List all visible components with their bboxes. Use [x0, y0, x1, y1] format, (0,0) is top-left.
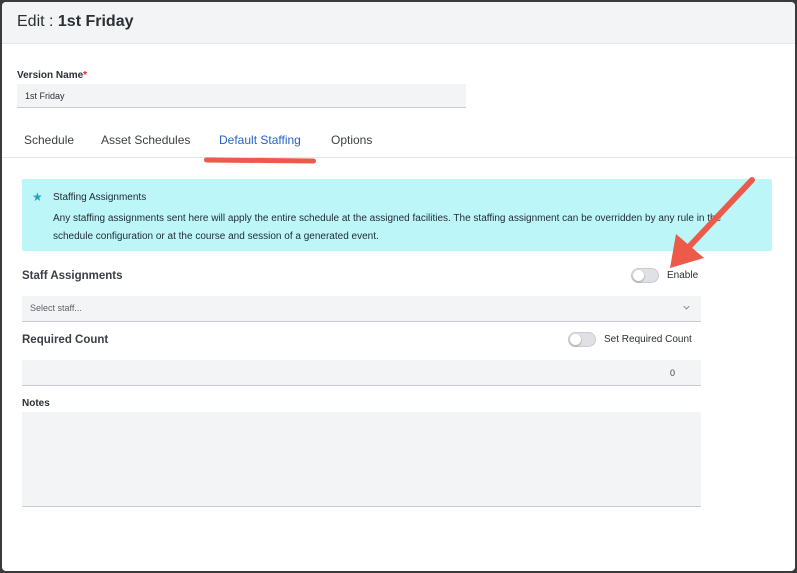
version-name-label-text: Version Name	[17, 70, 84, 81]
info-callout: ★ Staffing Assignments Any staffing assi…	[22, 179, 772, 251]
tab-options[interactable]: Options	[331, 133, 372, 147]
edit-dialog: Edit : 1st Friday Version Name* Schedule…	[2, 2, 795, 571]
required-count-value: 0	[669, 368, 675, 378]
info-body: Any staffing assignments sent here will …	[53, 213, 722, 242]
tab-schedule[interactable]: Schedule	[24, 133, 74, 147]
staff-assignments-label: Staff Assignments	[22, 270, 123, 282]
required-count-label: Required Count	[22, 334, 109, 346]
annotation-underline	[203, 157, 317, 164]
tab-default-staffing[interactable]: Default Staffing	[219, 133, 301, 147]
notes-label: Notes	[22, 398, 50, 409]
title-name: 1st Friday	[57, 13, 134, 30]
toggle-knob	[633, 270, 644, 281]
dialog-header: Edit : 1st Friday	[2, 2, 795, 44]
tab-bar: Schedule Asset Schedules Default Staffin…	[2, 128, 795, 158]
toggle-knob	[570, 334, 581, 345]
version-name-input[interactable]	[17, 84, 466, 108]
staff-select[interactable]: Select staff...	[22, 296, 701, 322]
star-icon: ★	[32, 190, 43, 204]
notes-textarea[interactable]	[22, 412, 701, 507]
required-count-input[interactable]: 0	[22, 360, 701, 386]
enable-toggle-label: Enable	[667, 270, 699, 281]
staff-select-placeholder: Select staff...	[30, 303, 82, 313]
tab-asset-schedules[interactable]: Asset Schedules	[101, 133, 190, 147]
set-required-count-toggle[interactable]	[568, 332, 596, 347]
required-mark: *	[83, 70, 88, 81]
page-title: Edit : 1st Friday	[17, 13, 134, 31]
chevron-down-icon	[683, 305, 690, 310]
set-required-count-label: Set Required Count	[604, 334, 692, 345]
info-title: Staffing Assignments	[53, 192, 147, 203]
title-prefix: Edit :	[17, 13, 58, 30]
enable-toggle[interactable]	[631, 268, 659, 283]
version-name-label: Version Name*	[17, 70, 87, 81]
